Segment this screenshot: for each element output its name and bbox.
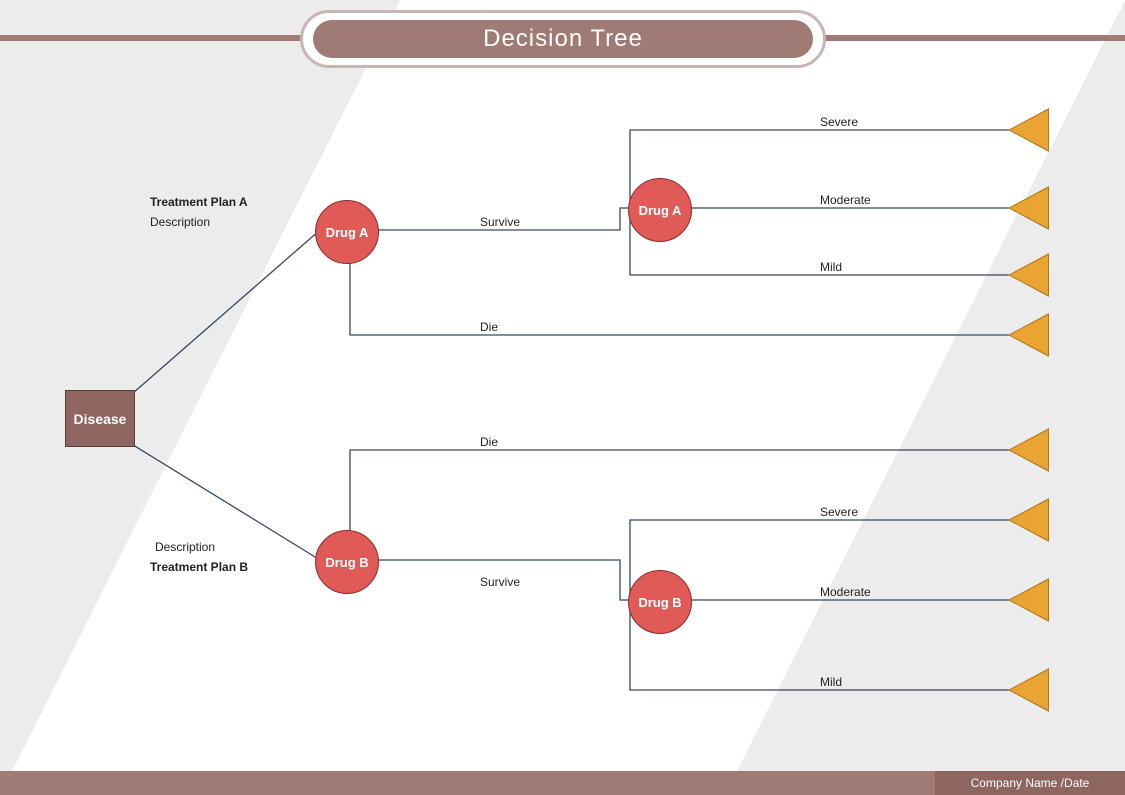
edge-b-moderate: Moderate bbox=[820, 585, 871, 599]
edge-a-severe: Severe bbox=[820, 115, 858, 129]
edge-a-die: Die bbox=[480, 320, 498, 334]
node-drug-a-2: Drug A bbox=[628, 178, 692, 242]
node-drug-a-1: Drug A bbox=[315, 200, 379, 264]
edge-b-die: Die bbox=[480, 435, 498, 449]
terminal-b-die bbox=[1010, 430, 1048, 470]
node-drug-b-2: Drug B bbox=[628, 570, 692, 634]
plan-a-desc: Description bbox=[150, 215, 210, 229]
edge-b-severe: Severe bbox=[820, 505, 858, 519]
plan-a-title: Treatment Plan A bbox=[150, 195, 248, 209]
node-drug-b-1: Drug B bbox=[315, 530, 379, 594]
edge-b-survive: Survive bbox=[480, 575, 520, 589]
edge-a-moderate: Moderate bbox=[820, 193, 871, 207]
edge-a-survive: Survive bbox=[480, 215, 520, 229]
diagram-canvas: Decision Tree Disease Tre bbox=[0, 0, 1125, 795]
plan-b-desc: Description bbox=[155, 540, 215, 554]
terminal-a-severe bbox=[1010, 110, 1048, 150]
terminal-b-severe bbox=[1010, 500, 1048, 540]
edge-b-mild: Mild bbox=[820, 675, 842, 689]
terminal-a-die bbox=[1010, 315, 1048, 355]
connectors bbox=[0, 0, 1125, 795]
terminal-b-moderate bbox=[1010, 580, 1048, 620]
edge-a-mild: Mild bbox=[820, 260, 842, 274]
terminal-a-moderate bbox=[1010, 188, 1048, 228]
footer-company-date: Company Name /Date bbox=[935, 771, 1125, 795]
terminal-b-mild bbox=[1010, 670, 1048, 710]
plan-b-title: Treatment Plan B bbox=[150, 560, 248, 574]
terminal-a-mild bbox=[1010, 255, 1048, 295]
root-node-disease: Disease bbox=[65, 390, 135, 447]
